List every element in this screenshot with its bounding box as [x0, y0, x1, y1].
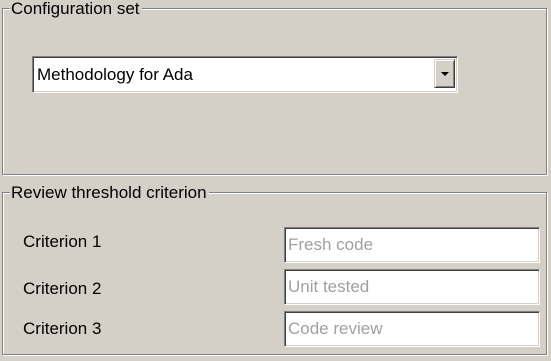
criterion-1-label: Criterion 1 — [23, 232, 102, 251]
criterion-3-input[interactable] — [288, 314, 536, 344]
chevron-down-icon — [441, 72, 449, 76]
criterion-1-field-frame — [284, 227, 540, 263]
criterion-2-field-frame — [284, 269, 540, 305]
configuration-set-dropdown[interactable]: Methodology for Ada — [32, 56, 458, 93]
review-threshold-legend: Review threshold criterion — [10, 183, 209, 203]
criterion-3-label: Criterion 3 — [23, 319, 102, 338]
criterion-2-input[interactable] — [288, 272, 536, 302]
criterion-3-field-frame — [284, 311, 540, 347]
criterion-2-label: Criterion 2 — [23, 279, 102, 298]
configuration-set-selected-value: Methodology for Ada — [37, 65, 193, 84]
configuration-set-legend: Configuration set — [10, 0, 142, 19]
criterion-1-input[interactable] — [288, 230, 536, 260]
dropdown-button[interactable] — [434, 59, 455, 88]
